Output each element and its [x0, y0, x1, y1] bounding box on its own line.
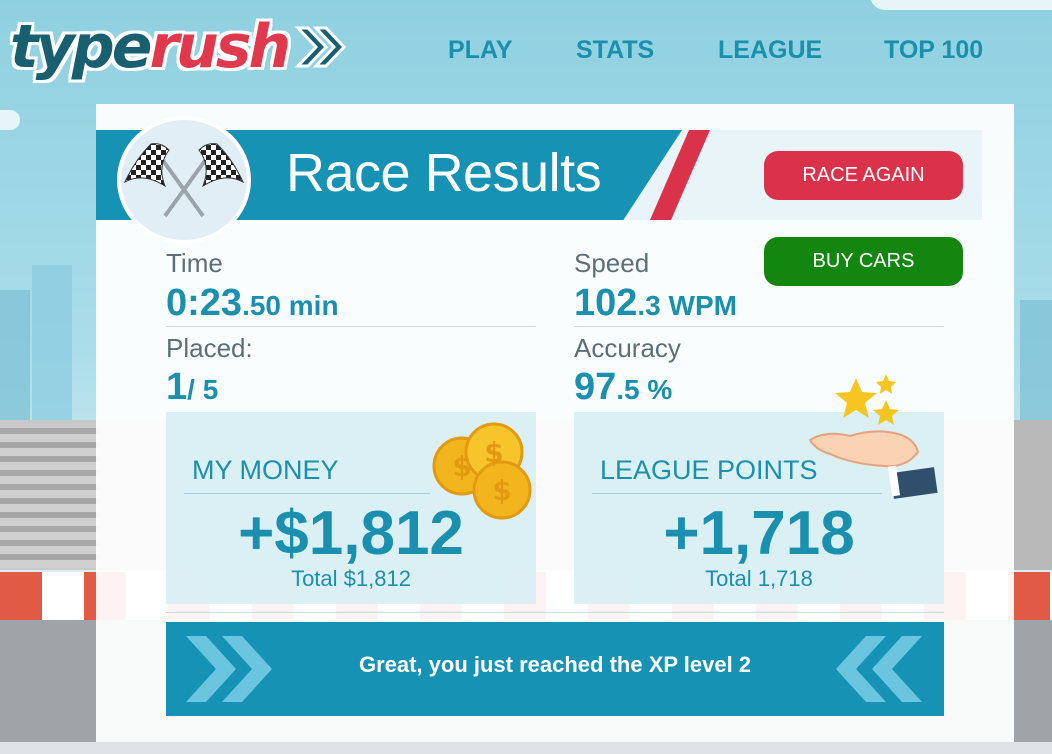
logo-chevrons-icon	[294, 24, 350, 70]
time-label: Time	[166, 248, 223, 278]
placed-value: 1/ 5	[166, 366, 218, 409]
buy-cars-button[interactable]: BUY CARS	[764, 237, 963, 286]
time-value-minor: .50 min	[242, 290, 339, 321]
main-nav: PLAY STATS LEAGUE TOP 100	[420, 30, 1040, 70]
accuracy-value-major: 97	[574, 366, 617, 408]
grandstand-left	[0, 428, 100, 568]
card-divider	[184, 493, 430, 494]
accuracy-value-minor: .5 %	[616, 374, 673, 405]
nav-stats[interactable]: STATS	[576, 36, 654, 65]
placed-value-minor: / 5	[187, 374, 219, 405]
checkered-flags-icon	[117, 116, 251, 244]
placed-label: Placed:	[166, 333, 253, 363]
grandstand-right	[1014, 420, 1052, 570]
divider	[166, 326, 536, 327]
league-points-amount: +1,718	[663, 499, 855, 568]
accuracy-value: 97.5 %	[574, 366, 672, 409]
svg-text:$: $	[492, 474, 511, 507]
xp-level-banner: Great, you just reached the XP level 2	[166, 622, 944, 716]
double-chevron-left-icon	[828, 632, 928, 711]
svg-text:$: $	[484, 436, 503, 469]
building	[0, 290, 30, 440]
svg-text:$: $	[452, 450, 471, 483]
track-curb	[0, 742, 1052, 754]
race-again-button[interactable]: RACE AGAIN	[764, 151, 963, 200]
divider	[166, 612, 944, 613]
typerush-logo[interactable]: type rush	[10, 12, 350, 82]
league-points-title: LEAGUE POINTS	[600, 455, 818, 485]
speed-label: Speed	[574, 248, 650, 278]
cloud	[0, 110, 20, 130]
nav-top-100[interactable]: TOP 100	[884, 36, 983, 65]
coins-icon: $ $ $	[430, 420, 534, 520]
time-value-major: 0:23	[166, 282, 243, 324]
speed-value-minor: .3 WPM	[637, 290, 737, 321]
logo-part-type: type	[10, 12, 152, 82]
league-points-total: Total 1,718	[705, 566, 813, 591]
time-value: 0:23.50 min	[166, 282, 339, 325]
speed-value: 102.3 WPM	[574, 282, 737, 325]
page-title: Race Results	[286, 143, 602, 203]
accuracy-label: Accuracy	[574, 333, 681, 363]
hand-stars-icon	[806, 372, 942, 500]
building	[1020, 300, 1052, 440]
speed-value-major: 102	[574, 282, 638, 324]
divider	[574, 326, 944, 327]
building	[32, 265, 72, 440]
my-money-total: Total $1,812	[291, 566, 411, 591]
logo-part-rush: rush	[149, 12, 291, 82]
cloud	[870, 0, 1052, 10]
my-money-title: MY MONEY	[192, 455, 339, 485]
nav-play[interactable]: PLAY	[448, 36, 512, 65]
nav-league[interactable]: LEAGUE	[718, 36, 822, 65]
placed-value-major: 1	[166, 366, 188, 408]
